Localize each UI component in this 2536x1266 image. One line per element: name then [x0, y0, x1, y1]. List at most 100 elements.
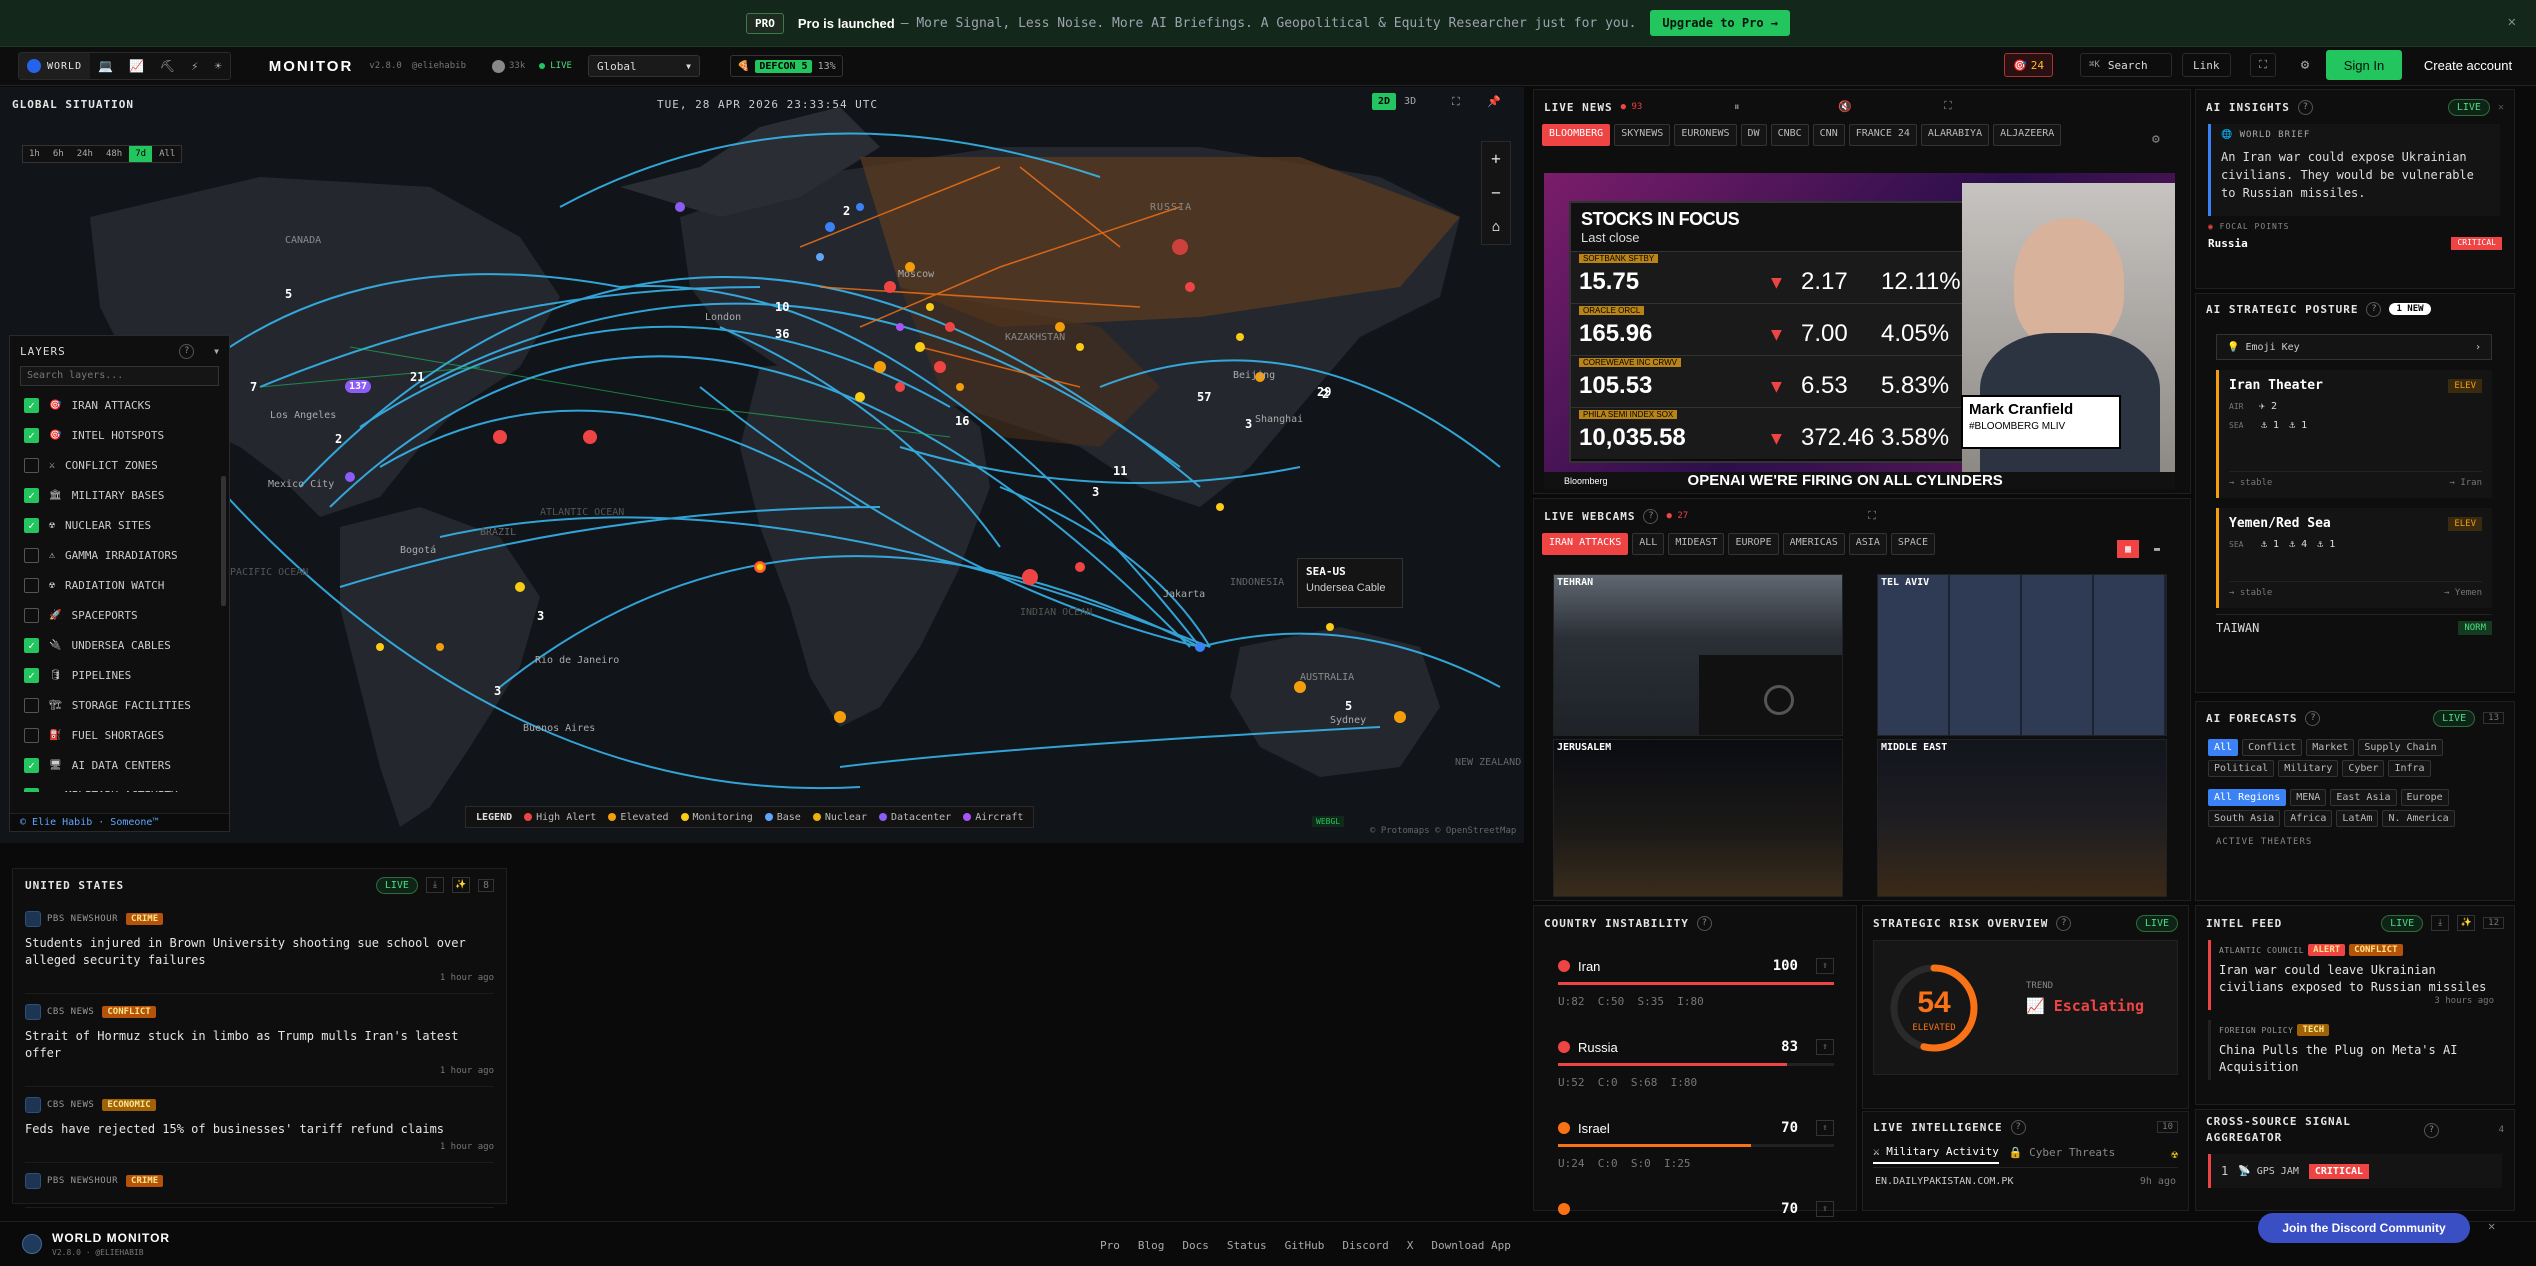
- webcam-tab-americas[interactable]: AMERICAS: [1782, 533, 1845, 555]
- footer-link-pro[interactable]: Pro: [1100, 1239, 1120, 1252]
- forecast-region-east-asia[interactable]: East Asia: [2330, 789, 2397, 806]
- time-range-48h[interactable]: 48h: [100, 146, 128, 162]
- join-discord-button[interactable]: Join the Discord Community: [2258, 1213, 2470, 1243]
- layers-help-icon[interactable]: ?: [179, 343, 195, 359]
- webcam-tab-iran-attacks[interactable]: IRAN ATTACKS: [1542, 533, 1629, 555]
- footer-link-x[interactable]: X: [1407, 1239, 1414, 1252]
- forecast-filter-supply-chain[interactable]: Supply Chain: [2358, 739, 2443, 756]
- expand-icon[interactable]: ⛶: [1944, 99, 1952, 113]
- bloomberg-video[interactable]: STOCKS IN FOCUS Last close SOFTBANK SFTB…: [1544, 173, 2175, 489]
- channel-tab-bloomberg[interactable]: BLOOMBERG: [1542, 124, 1611, 146]
- layer-checkbox[interactable]: ✓: [24, 487, 39, 503]
- news-headline[interactable]: Strait of Hormuz stuck in limbo as Trump…: [25, 1028, 494, 1062]
- map-pin-icon[interactable]: 📌: [1487, 95, 1501, 108]
- radiation-icon[interactable]: ☢: [2171, 1148, 2178, 1161]
- time-range-all[interactable]: All: [153, 146, 181, 162]
- layer-checkbox[interactable]: [24, 697, 39, 713]
- focal-item[interactable]: Russia: [2208, 237, 2248, 251]
- channel-tab-dw[interactable]: DW: [1740, 124, 1767, 146]
- cluster-badge[interactable]: 3: [537, 609, 544, 623]
- variant-world[interactable]: WORLD: [19, 53, 91, 79]
- forecast-region-europe[interactable]: Europe: [2400, 789, 2449, 806]
- variant-commodity[interactable]: ⛏: [152, 53, 183, 79]
- news-headline[interactable]: Students injured in Brown University sho…: [25, 935, 494, 969]
- layer-row[interactable]: ✓ ✈ MILITARY ACTIVITY: [10, 780, 229, 792]
- cluster-badge[interactable]: 2: [335, 432, 342, 446]
- layer-row[interactable]: ✓ 🎯 IRAN ATTACKS: [10, 390, 229, 420]
- forecast-filter-market[interactable]: Market: [2306, 739, 2355, 756]
- signal-item[interactable]: 1 📡 GPS JAM CRITICAL: [2208, 1154, 2502, 1188]
- variant-tech[interactable]: 💻: [90, 53, 121, 79]
- footer-link-blog[interactable]: Blog: [1138, 1239, 1165, 1252]
- channel-tab-skynews[interactable]: SKYNEWS: [1614, 124, 1671, 146]
- alert-count-button[interactable]: 🎯 24: [2004, 53, 2053, 77]
- layer-row[interactable]: ☢ RADIATION WATCH: [10, 570, 229, 600]
- create-account-button[interactable]: Create account: [2412, 50, 2524, 80]
- single-view-icon[interactable]: ▬: [2146, 540, 2168, 558]
- channel-tab-alarabiya[interactable]: ALARABIYA: [1920, 124, 1990, 146]
- layer-checkbox[interactable]: ✓: [24, 667, 39, 683]
- forecast-region-n-america[interactable]: N. America: [2382, 810, 2455, 827]
- news-headline[interactable]: Feds have rejected 15% of businesses' ta…: [25, 1121, 494, 1138]
- webcam-tab-asia[interactable]: ASIA: [1848, 533, 1887, 555]
- time-range-6h[interactable]: 6h: [47, 146, 70, 162]
- cluster-badge[interactable]: 2: [1322, 387, 1329, 401]
- cluster-badge[interactable]: 5: [1345, 699, 1352, 713]
- layer-row[interactable]: ✓ 🛢 PIPELINES: [10, 660, 229, 690]
- fullscreen-icon[interactable]: ⛶: [2250, 53, 2276, 77]
- collapse-chevron-icon[interactable]: ▼: [214, 347, 219, 356]
- intel-help-icon[interactable]: ?: [2010, 1119, 2026, 1135]
- cluster-badge[interactable]: 11: [1113, 464, 1127, 478]
- download-icon[interactable]: ⤓: [425, 877, 444, 893]
- sign-in-button[interactable]: Sign In: [2326, 50, 2402, 80]
- forecast-filter-conflict[interactable]: Conflict: [2242, 739, 2303, 756]
- github-stars[interactable]: 33k: [491, 59, 525, 73]
- settings-gear-icon[interactable]: ⚙: [2292, 53, 2318, 77]
- layer-checkbox[interactable]: ✓: [24, 427, 39, 443]
- webcam-tab-space[interactable]: SPACE: [1890, 533, 1935, 555]
- layer-row[interactable]: ✓ ☢ NUCLEAR SITES: [10, 510, 229, 540]
- webcam-tile[interactable]: MIDDLE EAST: [1877, 739, 2167, 897]
- pause-icon[interactable]: ⏸: [1734, 100, 1740, 114]
- share-icon[interactable]: ⇪: [1816, 1120, 1834, 1136]
- intel-item-source[interactable]: EN.DAILYPAKISTAN.COM.PK: [1875, 1176, 2013, 1187]
- layer-row[interactable]: ⛽ FUEL SHORTAGES: [10, 720, 229, 750]
- forecast-filter-infra[interactable]: Infra: [2388, 760, 2431, 777]
- time-range-24h[interactable]: 24h: [71, 146, 99, 162]
- webcams-help-icon[interactable]: ?: [1643, 508, 1659, 524]
- layers-search-input[interactable]: Search layers...: [20, 366, 219, 386]
- mute-icon[interactable]: 🔇: [1838, 100, 1852, 113]
- mode-2d-button[interactable]: 2D: [1372, 93, 1397, 110]
- country-row[interactable]: Russia 83 ⇪ U:52 C:0 S:68 I:80: [1558, 1021, 1834, 1102]
- forecast-filter-military[interactable]: Military: [2278, 760, 2339, 777]
- sparkle-icon[interactable]: ✨: [451, 877, 470, 893]
- grid-view-icon[interactable]: ▦: [2117, 540, 2139, 558]
- channel-tab-cnn[interactable]: CNN: [1812, 124, 1845, 146]
- cluster-badge[interactable]: 16: [955, 414, 969, 428]
- layer-row[interactable]: ⚠ GAMMA IRRADIATORS: [10, 540, 229, 570]
- webcam-tab-mideast[interactable]: MIDEAST: [1668, 533, 1725, 555]
- country-row[interactable]: Iran 100 ⇪ U:82 C:50 S:35 I:80: [1558, 940, 1834, 1021]
- forecast-region-latam[interactable]: LatAm: [2336, 810, 2379, 827]
- posture-help-icon[interactable]: ?: [2366, 301, 2382, 317]
- country-row[interactable]: Israel 70 ⇪ U:24 C:0 S:0 I:25: [1558, 1102, 1834, 1183]
- brand-title[interactable]: MONITOR: [269, 58, 354, 75]
- layer-row[interactable]: ✓ 🖥 AI DATA CENTERS: [10, 750, 229, 780]
- time-range-7d[interactable]: 7d: [129, 146, 153, 162]
- cluster-badge[interactable]: 5: [285, 287, 292, 301]
- theater-taiwan[interactable]: TAIWAN NORM: [2216, 614, 2492, 640]
- cluster-badge[interactable]: 21: [410, 370, 424, 384]
- cluster-badge[interactable]: 57: [1197, 390, 1211, 404]
- aggregator-help-icon[interactable]: ?: [2424, 1122, 2439, 1138]
- footer-link-status[interactable]: Status: [1227, 1239, 1267, 1252]
- share-icon[interactable]: ⇪: [1816, 958, 1834, 974]
- channel-settings-icon[interactable]: ⚙: [2152, 132, 2160, 147]
- share-icon[interactable]: ⇪: [1816, 1201, 1834, 1217]
- webcam-tile[interactable]: JERUSALEM: [1553, 739, 1843, 897]
- news-item[interactable]: CBS NEWS ECONOMIC Feds have rejected 15% o…: [25, 1087, 494, 1163]
- webcam-tab-all[interactable]: ALL: [1632, 533, 1665, 555]
- emoji-key-toggle[interactable]: 💡 Emoji Key ›: [2216, 334, 2492, 360]
- forecast-filter-political[interactable]: Political: [2208, 760, 2275, 777]
- zoom-in-button[interactable]: +: [1491, 142, 1501, 176]
- footer-link-docs[interactable]: Docs: [1182, 1239, 1209, 1252]
